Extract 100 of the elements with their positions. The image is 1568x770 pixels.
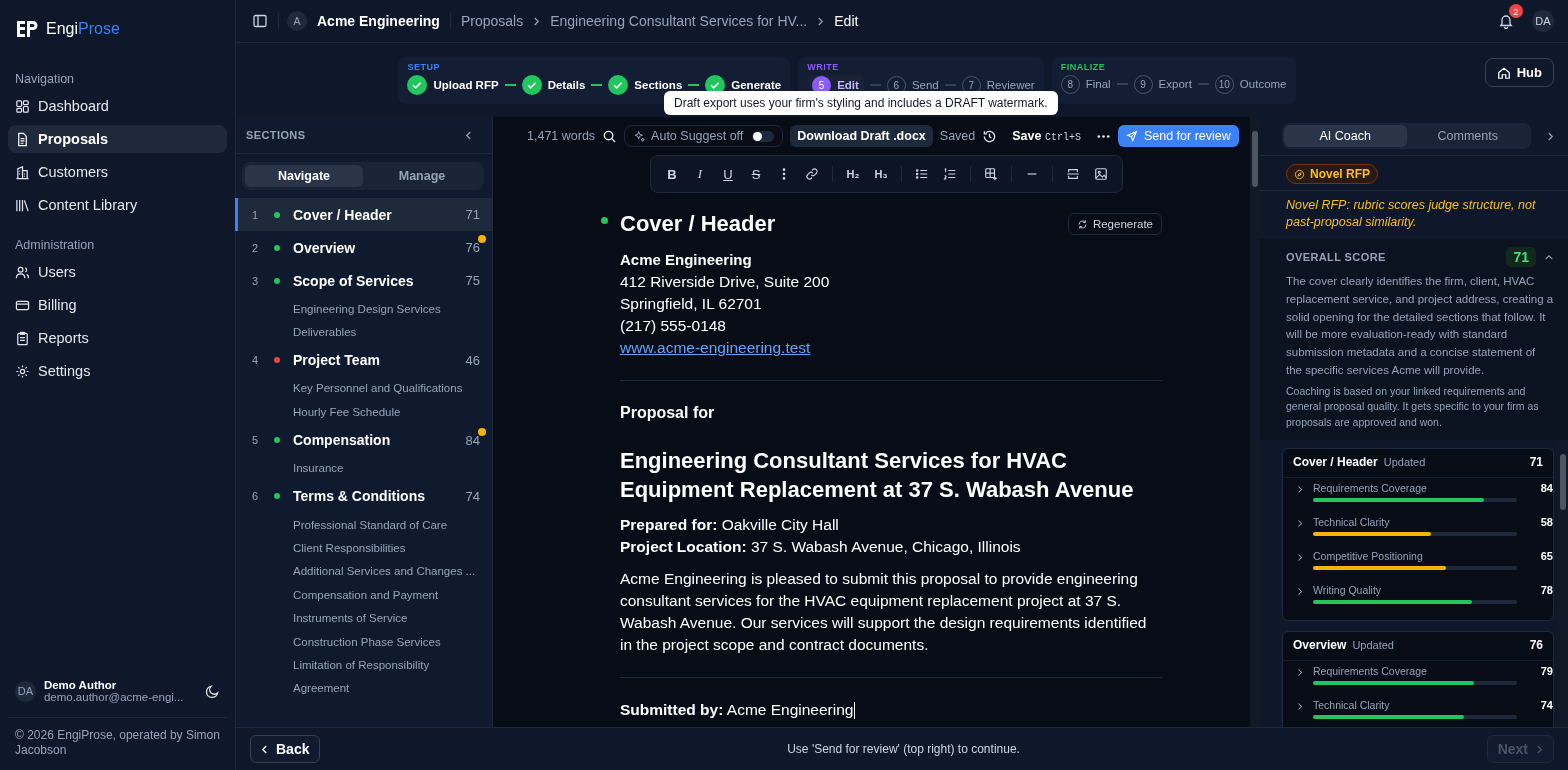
proposal-title: Engineering Consultant Services for HVAC Equipment Replacement at 37 S. Wabash Avenue (620, 447, 1135, 504)
toggle-switch[interactable] (752, 130, 775, 142)
nav-item[interactable]: Customers (8, 158, 227, 186)
nav-item[interactable]: Content Library (8, 191, 227, 219)
moon-icon[interactable] (205, 683, 220, 699)
subsection-item[interactable]: Key Personnel and Qualifications (236, 376, 492, 401)
nav-item[interactable]: Users (8, 258, 227, 286)
subsection-item[interactable]: Compensation and Payment (236, 583, 492, 607)
sidebar-toggle-icon[interactable] (252, 13, 268, 29)
nav-item[interactable]: Reports (8, 324, 227, 352)
step[interactable]: 9 Export (1133, 74, 1192, 94)
regenerate-button[interactable]: Regenerate (1067, 213, 1162, 235)
bullet-list-icon[interactable] (915, 167, 929, 181)
proposal-for-label: Proposal for (620, 404, 716, 422)
download-draft-button[interactable]: Download Draft .docx (790, 125, 933, 147)
section-item[interactable]: 3 Scope of Services 75 (235, 264, 492, 297)
criterion-score: 65 (1540, 550, 1553, 563)
mode-tab[interactable]: Navigate (245, 165, 363, 187)
step[interactable]: 10 Outcome (1214, 74, 1287, 94)
subsection-item[interactable]: Agreement (236, 676, 492, 701)
heading-button[interactable]: H₂ (842, 168, 864, 180)
section-item[interactable]: 2 Overview 76 (235, 231, 492, 264)
subsection-item[interactable]: Deliverables (236, 320, 492, 344)
section-item[interactable]: 6 Terms & Conditions 74 (235, 479, 492, 513)
nav-item[interactable]: Billing (8, 291, 227, 319)
panel-tab[interactable]: AI Coach (1284, 125, 1407, 147)
subsection-item[interactable]: Engineering Design Services (236, 297, 492, 321)
section-item[interactable]: 4 Project Team 46 (235, 343, 492, 377)
subsection-item[interactable]: Client Responsibilities (236, 536, 492, 560)
subsection-item[interactable]: Limitation of Responsibility (236, 653, 492, 677)
user-avatar[interactable]: DA (1532, 10, 1554, 32)
expand-icon[interactable] (1297, 587, 1303, 597)
subsection-item[interactable]: Insurance (236, 456, 492, 480)
expand-icon[interactable] (1297, 668, 1303, 678)
send-icon (1125, 130, 1138, 142)
breadcrumb-link[interactable]: Proposals (460, 13, 524, 29)
nav-item[interactable]: Proposals (8, 125, 227, 153)
chevron-right-icon (533, 15, 541, 27)
search-icon[interactable] (602, 128, 618, 144)
nav-item[interactable]: Settings (8, 357, 227, 385)
image-icon[interactable] (1094, 167, 1108, 181)
italic-button[interactable]: I (689, 166, 711, 182)
expand-icon[interactable] (1297, 553, 1303, 563)
mode-tab[interactable]: Manage (363, 165, 481, 187)
fact-line: Project Location: 37 S. Wabash Avenue, Chicago, Illinois (620, 537, 1022, 557)
strike-button[interactable]: S (745, 166, 767, 182)
card-status: Updated (1352, 639, 1395, 652)
nav-group-label: Navigation (14, 71, 76, 88)
clipboard-icon (15, 330, 30, 346)
criterion-name: Technical Clarity (1313, 516, 1390, 529)
card-title: Overview (1293, 638, 1347, 653)
link-icon[interactable] (805, 167, 819, 181)
phase-label: WRITE (807, 61, 840, 72)
notice-text: Novel RFP: rubric scores judge structure, not past-proposal similarity. (1284, 197, 1537, 231)
nav-item[interactable]: Dashboard (8, 92, 227, 120)
expand-icon[interactable] (1297, 485, 1303, 495)
heading-button[interactable]: H₃ (870, 168, 892, 180)
home-icon (1496, 65, 1511, 80)
underline-button[interactable]: U (717, 166, 739, 182)
address-line: Springfield, IL 62701 (620, 294, 763, 314)
criterion-score: 74 (1540, 699, 1553, 712)
website-link[interactable]: www.acme-engineering.test (620, 337, 811, 359)
document-icon (15, 131, 30, 147)
step[interactable]: Upload RFP (407, 74, 499, 95)
section-item[interactable]: 1 Cover / Header 71 (235, 198, 492, 231)
step[interactable]: Details (521, 74, 586, 95)
subsection-item[interactable]: Construction Phase Services (236, 629, 492, 654)
bold-button[interactable]: B (661, 166, 683, 182)
send-for-review-button[interactable]: Send for review (1117, 125, 1239, 147)
subsection-item[interactable]: Hourly Fee Schedule (236, 400, 492, 424)
subsection-item[interactable]: Additional Services and Changes ... (236, 559, 492, 584)
table-icon[interactable] (984, 167, 998, 181)
sparkle-icon (633, 129, 647, 143)
collapse-icon[interactable] (465, 129, 472, 141)
panel-tab[interactable]: Comments (1406, 125, 1529, 147)
subsection-item[interactable]: Professional Standard of Care (236, 512, 492, 537)
bell-icon[interactable] (1498, 13, 1514, 29)
hub-button[interactable]: Hub (1484, 58, 1554, 87)
address-line: (217) 555-0148 (620, 316, 727, 336)
users-icon (15, 264, 30, 280)
expand-icon[interactable] (1297, 519, 1303, 529)
section-item[interactable]: 5 Compensation 84 (235, 423, 492, 457)
back-button[interactable]: Back (250, 735, 321, 763)
phase-label: FINALIZE (1060, 61, 1107, 72)
step[interactable]: 8 Final (1060, 74, 1111, 94)
subsection-item[interactable]: Instruments of Service (236, 606, 492, 630)
expand-icon[interactable] (1297, 702, 1303, 712)
breadcrumb-link[interactable]: Engineering Consultant Services for HV... (550, 13, 808, 29)
body-paragraph: Acme Engineering is pleased to submit this proposal to provide engineering consultant services for the HVAC equipment replacement project at 37 S. Wabash Avenue. Our services will support the design requirements identified in the project scope and contract documents. (620, 569, 1148, 655)
save-button[interactable]: Save Ctrl+S (1004, 129, 1089, 143)
word-count: 1,471 words (527, 129, 596, 143)
org-avatar: A (287, 11, 307, 31)
org-name[interactable]: Acme Engineering (317, 13, 440, 29)
refresh-icon (1076, 218, 1088, 230)
chevron-right-icon[interactable] (1547, 130, 1554, 142)
numbered-list-icon[interactable] (943, 167, 957, 181)
page-break-icon[interactable] (1066, 167, 1080, 181)
collapse-icon[interactable] (1544, 253, 1554, 261)
history-icon[interactable] (982, 128, 998, 144)
text-cursor (854, 701, 856, 719)
